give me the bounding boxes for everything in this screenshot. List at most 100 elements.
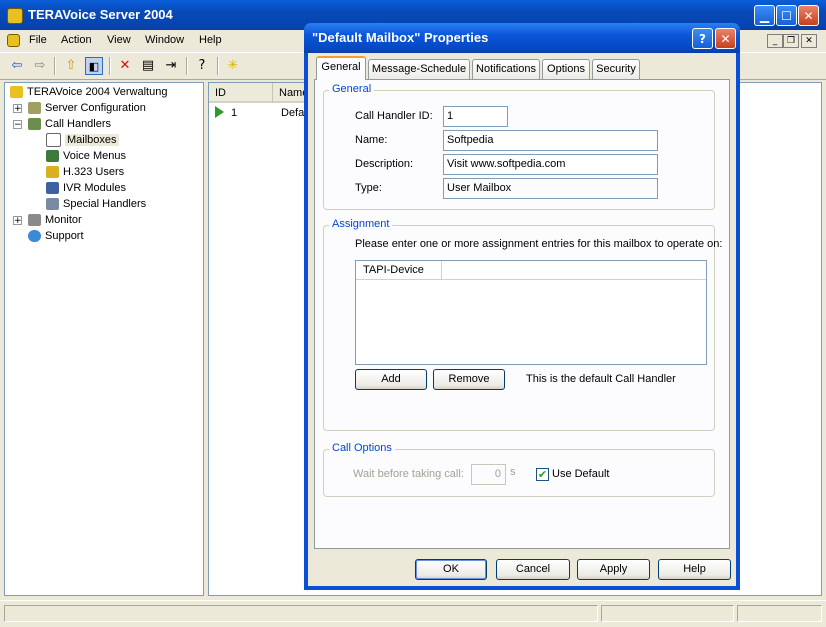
- call-handler-id-label: Call Handler ID:: [355, 110, 433, 122]
- call-handlers-icon: [28, 118, 41, 131]
- cancel-button[interactable]: Cancel: [496, 559, 570, 580]
- type-label: Type:: [355, 182, 382, 194]
- dialog-title: "Default Mailbox" Properties: [312, 30, 489, 45]
- status-pane: [737, 605, 822, 622]
- tree-item-label: IVR Modules: [63, 182, 126, 194]
- row-id[interactable]: 1: [231, 107, 237, 119]
- toolbar-separator: [217, 57, 219, 75]
- tree-root[interactable]: TERAVoice 2004 Verwaltung: [10, 84, 167, 100]
- monitor-icon: [28, 214, 41, 227]
- up-folder-icon[interactable]: ⇧: [62, 57, 80, 75]
- menu-file[interactable]: File: [29, 34, 47, 46]
- help-icon[interactable]: ?: [193, 57, 211, 75]
- toolbar-separator: [54, 57, 56, 75]
- special-handler-icon: [46, 198, 59, 211]
- add-button[interactable]: Add: [355, 369, 427, 390]
- export-icon[interactable]: ⇥: [162, 57, 180, 75]
- tree-item-support[interactable]: Support: [28, 228, 84, 244]
- expand-icon[interactable]: +: [13, 104, 22, 114]
- call-options-group-label: Call Options: [329, 442, 395, 454]
- collapse-icon[interactable]: −: [13, 120, 22, 130]
- tab-message-schedule[interactable]: Message-Schedule: [368, 59, 470, 79]
- status-bar: [0, 600, 826, 627]
- tree-item-special-handlers[interactable]: Special Handlers: [46, 196, 146, 212]
- app-icon: [7, 8, 23, 24]
- name-field[interactable]: Softpedia: [443, 130, 658, 151]
- tree-item-label: Special Handlers: [63, 198, 147, 210]
- use-default-checkbox[interactable]: ✔: [536, 468, 549, 481]
- tree-item-label: Mailboxes: [65, 134, 119, 146]
- tab-general[interactable]: General: [316, 56, 366, 80]
- expand-icon[interactable]: +: [13, 216, 22, 226]
- tree-item-label: Call Handlers: [45, 118, 112, 130]
- voice-menu-icon: [46, 150, 59, 163]
- ivr-icon: [46, 182, 59, 195]
- tree-item-h323-users[interactable]: H.323 Users: [46, 164, 124, 180]
- description-label: Description:: [355, 158, 414, 170]
- tree-item-label: Voice Menus: [63, 150, 126, 162]
- back-icon[interactable]: ⇦: [8, 57, 26, 75]
- wait-label: Wait before taking call:: [353, 468, 464, 480]
- tab-security[interactable]: Security: [592, 59, 640, 79]
- mdi-app-icon[interactable]: [7, 34, 20, 47]
- dialog-body: General Message-Schedule Notifications O…: [308, 53, 736, 586]
- column-header-blank: [442, 261, 706, 280]
- use-default-label[interactable]: Use Default: [552, 468, 609, 480]
- tab-options[interactable]: Options: [542, 59, 590, 79]
- tree-item-label: H.323 Users: [63, 166, 125, 178]
- call-handler-id-field[interactable]: 1: [443, 106, 508, 127]
- general-group-label: General: [329, 83, 375, 95]
- tree-item-monitor[interactable]: Monitor: [28, 212, 82, 228]
- menu-help[interactable]: Help: [199, 34, 222, 46]
- mdi-minimize-button[interactable]: _: [767, 34, 783, 48]
- help-button[interactable]: Help: [658, 559, 731, 580]
- description-field[interactable]: Visit www.softpedia.com: [443, 154, 658, 175]
- globe-icon: [28, 230, 41, 243]
- type-field: User Mailbox: [443, 178, 658, 199]
- menu-action[interactable]: Action: [61, 34, 92, 46]
- new-icon[interactable]: ✳: [224, 57, 242, 75]
- tree-item-label: Server Configuration: [45, 102, 146, 114]
- ok-button[interactable]: OK: [415, 559, 487, 580]
- default-handler-note: This is the default Call Handler: [526, 373, 676, 385]
- tree-item-ivr-modules[interactable]: IVR Modules: [46, 180, 126, 196]
- mailbox-row-icon: [215, 106, 224, 118]
- column-header-id[interactable]: ID: [209, 83, 273, 103]
- main-title: TERAVoice Server 2004: [28, 7, 173, 22]
- mailbox-icon: [46, 133, 61, 148]
- remove-button[interactable]: Remove: [433, 369, 505, 390]
- status-pane: [601, 605, 734, 622]
- properties-icon[interactable]: ▤: [139, 57, 157, 75]
- wait-field[interactable]: 0: [471, 464, 506, 485]
- status-pane: [4, 605, 598, 622]
- toolbar-separator: [186, 57, 188, 75]
- forward-icon[interactable]: ⇨: [31, 57, 49, 75]
- maximize-button[interactable]: ☐: [776, 5, 797, 26]
- toolbar-separator: [109, 57, 111, 75]
- help-icon[interactable]: ?: [692, 28, 713, 49]
- show-tree-icon[interactable]: ◧: [85, 57, 103, 75]
- config-icon: [28, 102, 41, 115]
- assignment-list[interactable]: TAPI-Device: [355, 260, 707, 365]
- tree-item-voice-menus[interactable]: Voice Menus: [46, 148, 126, 164]
- tab-notifications[interactable]: Notifications: [472, 59, 540, 79]
- column-header-tapi-device[interactable]: TAPI-Device: [356, 261, 442, 280]
- menu-view[interactable]: View: [107, 34, 131, 46]
- tree-item-server-configuration[interactable]: Server Configuration: [28, 100, 146, 116]
- menu-window[interactable]: Window: [145, 34, 184, 46]
- mdi-restore-button[interactable]: ❐: [783, 34, 799, 48]
- dialog-close-button[interactable]: ✕: [715, 28, 736, 49]
- tree-item-label: Support: [45, 230, 84, 242]
- tab-panel-general: General Call Handler ID: 1 Name: Softped…: [314, 79, 730, 549]
- server-icon: [10, 86, 23, 99]
- assignment-group-label: Assignment: [329, 218, 393, 230]
- delete-icon[interactable]: ✕: [116, 57, 134, 75]
- mdi-close-button[interactable]: ✕: [801, 34, 817, 48]
- tree-item-call-handlers[interactable]: Call Handlers: [28, 116, 111, 132]
- dialog-title-bar[interactable]: "Default Mailbox" Properties ? ✕: [304, 23, 740, 53]
- minimize-button[interactable]: ▁: [754, 5, 775, 26]
- apply-button[interactable]: Apply: [577, 559, 650, 580]
- tree-view[interactable]: TERAVoice 2004 Verwaltung + Server Confi…: [4, 82, 204, 596]
- tree-item-mailboxes[interactable]: Mailboxes: [46, 132, 119, 148]
- close-button[interactable]: ✕: [798, 5, 819, 26]
